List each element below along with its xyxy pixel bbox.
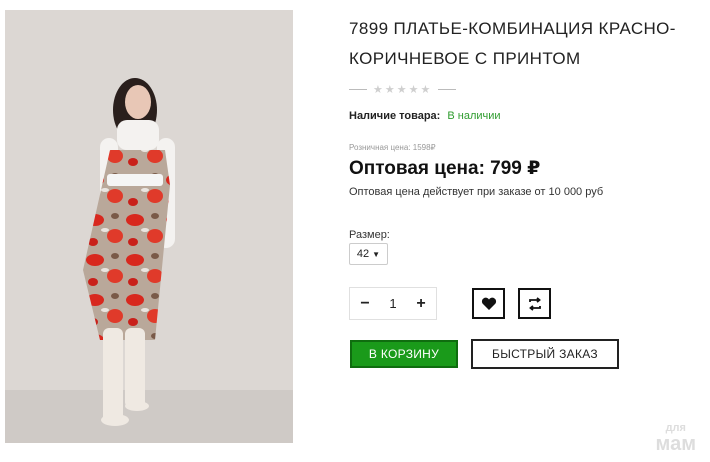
compare-arrows-icon <box>528 296 541 311</box>
watermark-logo: для мам <box>655 423 696 455</box>
rating: ★★★★★ <box>349 82 457 96</box>
wholesale-price: Оптовая цена: 799 ₽ <box>349 158 541 179</box>
increase-quantity-button[interactable]: + <box>414 295 428 313</box>
availability: Наличие товара: В наличии <box>349 110 501 122</box>
quantity-stepper: − 1 + <box>349 287 437 320</box>
heart-icon <box>481 297 496 310</box>
product-title: 7899 ПЛАТЬЕ-КОМБИНАЦИЯ КРАСНО-КОРИЧНЕВОЕ… <box>349 19 676 68</box>
retail-price: Розничная цена: 1598₽ <box>349 143 436 152</box>
divider <box>438 88 457 90</box>
quick-order-button[interactable]: БЫСТРЫЙ ЗАКАЗ <box>471 339 619 369</box>
product-image[interactable] <box>5 10 293 443</box>
quantity-input[interactable]: 1 <box>389 296 396 311</box>
availability-label: Наличие товара: <box>349 110 441 122</box>
rating-stars[interactable]: ★★★★★ <box>373 83 432 96</box>
divider <box>349 88 367 90</box>
size-select[interactable]: 42 ▼ <box>349 243 388 265</box>
chevron-down-icon: ▼ <box>372 249 381 259</box>
add-to-cart-button[interactable]: В КОРЗИНУ <box>350 340 458 368</box>
size-value: 42 <box>356 248 370 260</box>
watermark-line2: мам <box>655 433 696 455</box>
wholesale-note: Оптовая цена действует при заказе от 10 … <box>349 186 604 198</box>
wishlist-button[interactable] <box>472 288 505 319</box>
decrease-quantity-button[interactable]: − <box>358 295 372 313</box>
compare-button[interactable] <box>518 288 551 319</box>
product-photo-illustration <box>5 10 293 443</box>
availability-status: В наличии <box>447 110 501 122</box>
size-label: Размер: <box>349 229 390 241</box>
